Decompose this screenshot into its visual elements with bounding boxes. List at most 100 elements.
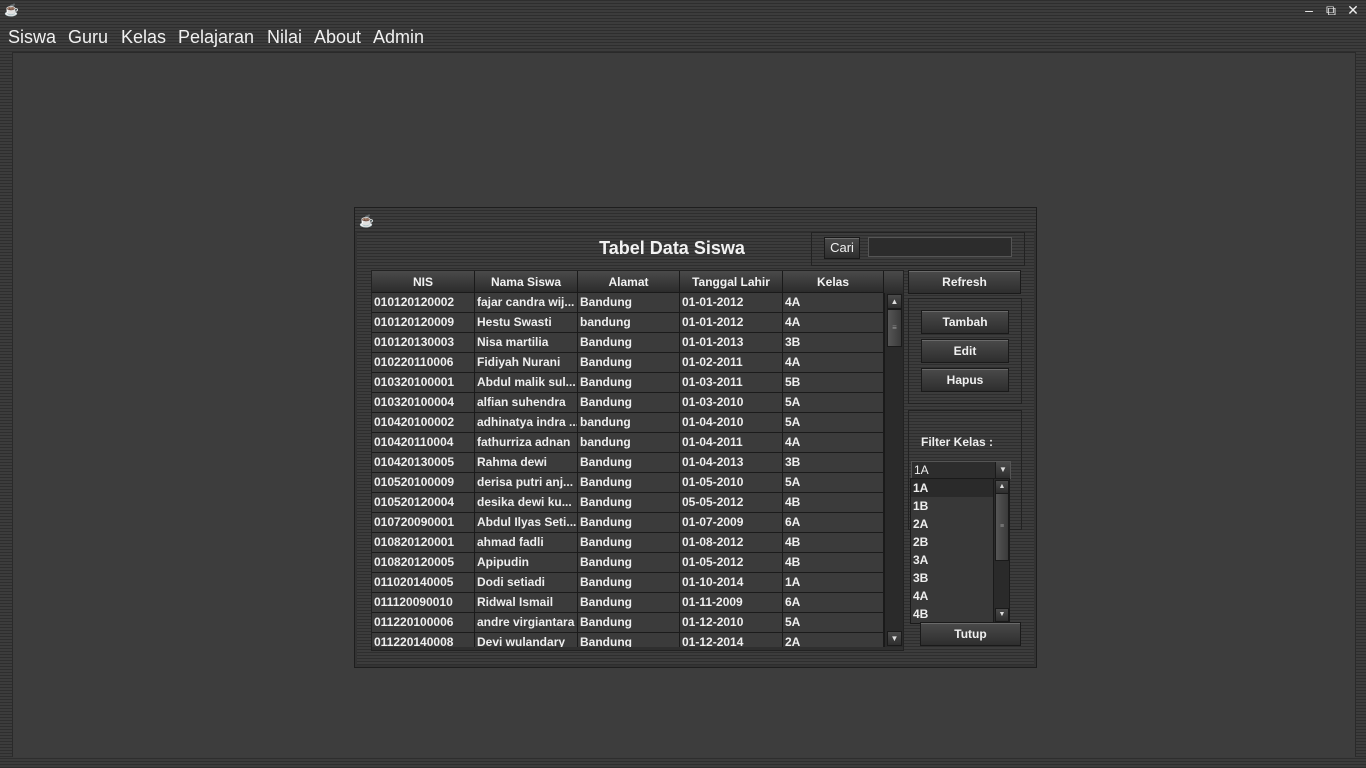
table-row[interactable]: 010420100002 adhinatya indra ... bandung 01… [372, 413, 884, 433]
table-row[interactable]: 010420130005 Rahma dewi Bandung 01-04-2013 3… [372, 453, 884, 473]
table-header: NIS Nama Siswa Alamat Tanggal Lahir Kelas [372, 271, 884, 293]
scroll-thumb[interactable]: ≡ [887, 309, 902, 347]
menu-siswa[interactable]: Siswa [8, 27, 56, 48]
table-cell: 01-04-2013 [680, 453, 783, 473]
table-cell: 01-01-2013 [680, 333, 783, 353]
column-header[interactable]: Tanggal Lahir [680, 271, 783, 293]
frame-title-bar[interactable]: ☕ [355, 208, 1036, 232]
table-cell: Bandung [578, 633, 680, 647]
table-cell: 01-05-2012 [680, 553, 783, 573]
scroll-down-icon[interactable]: ▼ [887, 631, 902, 646]
table-cell: Bandung [578, 453, 680, 473]
table-row[interactable]: 010220110006 Fidiyah Nurani Bandung 01-02-2… [372, 353, 884, 373]
refresh-button[interactable]: Refresh [908, 270, 1021, 294]
column-header[interactable]: Alamat [578, 271, 680, 293]
dropdown-scrollbar[interactable]: ▲ ≡ ▼ [993, 479, 1009, 623]
search-button[interactable]: Cari [824, 237, 860, 259]
close-button[interactable]: ✕ [1344, 1, 1362, 19]
tutup-button[interactable]: Tutup [920, 622, 1021, 646]
table-scrollbar[interactable]: ▲ ≡ ▼ [884, 293, 903, 647]
dropdown-option[interactable]: 4B [911, 605, 993, 623]
table-cell: 01-01-2012 [680, 313, 783, 333]
dropdown-option[interactable]: 2A [911, 515, 993, 533]
menu-about[interactable]: About [314, 27, 361, 48]
table-cell: desika dewi ku... [475, 493, 578, 513]
table-row[interactable]: 011220140008 Devi wulandary Bandung 01-12-2… [372, 633, 884, 647]
menu-admin[interactable]: Admin [373, 27, 424, 48]
scroll-up-icon[interactable]: ▲ [887, 294, 902, 309]
table-cell: 010820120001 [372, 533, 475, 553]
table-cell: 01-03-2011 [680, 373, 783, 393]
dropdown-option[interactable]: 1A [911, 479, 993, 497]
page-title: Tabel Data Siswa [599, 238, 745, 258]
table-row[interactable]: 010820120001 ahmad fadli Bandung 01-08-2012… [372, 533, 884, 553]
table-cell: 3B [783, 453, 884, 473]
table-cell: 4A [783, 293, 884, 313]
table-row[interactable]: 010820120005 Apipudin Bandung 01-05-2012 4B [372, 553, 884, 573]
table-cell: fathurriza adnan [475, 433, 578, 453]
table-row[interactable]: 010720090001 Abdul Ilyas Seti... Bandung 01… [372, 513, 884, 533]
menu-kelas[interactable]: Kelas [121, 27, 166, 48]
tambah-button[interactable]: Tambah [921, 310, 1009, 334]
table-cell: 010120120002 [372, 293, 475, 313]
table-cell: Devi wulandary [475, 633, 578, 647]
table-row[interactable]: 011020140005 Dodi setiadi Bandung 01-10-201… [372, 573, 884, 593]
dropdown-option[interactable]: 2B [911, 533, 993, 551]
table-cell: 05-05-2012 [680, 493, 783, 513]
search-input[interactable] [868, 237, 1012, 257]
table-cell: 010320100004 [372, 393, 475, 413]
table-cell: 01-08-2012 [680, 533, 783, 553]
table-row[interactable]: 010120120009 Hestu Swasti bandung 01-01-201… [372, 313, 884, 333]
table-row[interactable]: 010320100004 alfian suhendra Bandung 01-03-… [372, 393, 884, 413]
hapus-button[interactable]: Hapus [921, 368, 1009, 392]
table-cell: 01-12-2014 [680, 633, 783, 647]
menu-nilai[interactable]: Nilai [267, 27, 302, 48]
scroll-down-icon[interactable]: ▼ [995, 608, 1009, 622]
dropdown-option[interactable]: 4A [911, 587, 993, 605]
table-row[interactable]: 010320100001 Abdul malik sul... Bandung 01-… [372, 373, 884, 393]
table-cell: Nisa martilia [475, 333, 578, 353]
table-cell: 4B [783, 533, 884, 553]
column-header[interactable]: Kelas [783, 271, 884, 293]
table-cell: 5A [783, 393, 884, 413]
table-cell: 011220100006 [372, 613, 475, 633]
java-cup-icon: ☕ [359, 214, 374, 228]
table-cell: andre virgiantara [475, 613, 578, 633]
dropdown-option[interactable]: 3A [911, 551, 993, 569]
edit-button[interactable]: Edit [921, 339, 1009, 363]
scroll-up-icon[interactable]: ▲ [995, 480, 1009, 494]
table-cell: 4A [783, 433, 884, 453]
column-header[interactable]: NIS [372, 271, 475, 293]
chevron-down-icon[interactable]: ▼ [995, 462, 1010, 478]
menu-pelajaran[interactable]: Pelajaran [178, 27, 254, 48]
table-cell: 6A [783, 513, 884, 533]
menu-guru[interactable]: Guru [68, 27, 108, 48]
window-title-bar: ☕ – ⧉ ✕ [0, 0, 1366, 22]
table-cell: 010420110004 [372, 433, 475, 453]
minimize-button[interactable]: – [1300, 1, 1318, 19]
table-cell: 010420130005 [372, 453, 475, 473]
dropdown-option[interactable]: 3B [911, 569, 993, 587]
table-row[interactable]: 011120090010 Ridwal Ismail Bandung 01-11-20… [372, 593, 884, 613]
table-cell: 4B [783, 553, 884, 573]
table-row[interactable]: 010120130003 Nisa martilia Bandung 01-01-20… [372, 333, 884, 353]
table-cell: 01-12-2010 [680, 613, 783, 633]
table-row[interactable]: 010120120002 fajar candra wij... Bandung 01… [372, 293, 884, 313]
dropdown-option[interactable]: 1B [911, 497, 993, 515]
table-row[interactable]: 010520100009 derisa putri anj... Bandung 01… [372, 473, 884, 493]
scroll-thumb[interactable]: ≡ [995, 493, 1009, 561]
table-cell: 1A [783, 573, 884, 593]
filter-kelas-select[interactable]: 1A ▼ [911, 461, 1011, 479]
table-cell: 5B [783, 373, 884, 393]
table-cell: Bandung [578, 373, 680, 393]
column-header[interactable]: Nama Siswa [475, 271, 578, 293]
table-row[interactable]: 010420110004 fathurriza adnan bandung 01-04… [372, 433, 884, 453]
table-cell: 4B [783, 493, 884, 513]
maximize-button[interactable]: ⧉ [1322, 1, 1340, 19]
table-row[interactable]: 010520120004 desika dewi ku... Bandung 05-0… [372, 493, 884, 513]
table-cell: Bandung [578, 513, 680, 533]
table-cell: Abdul malik sul... [475, 373, 578, 393]
java-cup-icon: ☕ [4, 3, 19, 17]
table-row[interactable]: 011220100006 andre virgiantara Bandung 01-1… [372, 613, 884, 633]
filter-dropdown-list: 1A 1B 2A 2B 3A 3B 4A 4B ▲ ≡ ▼ [910, 478, 1010, 624]
